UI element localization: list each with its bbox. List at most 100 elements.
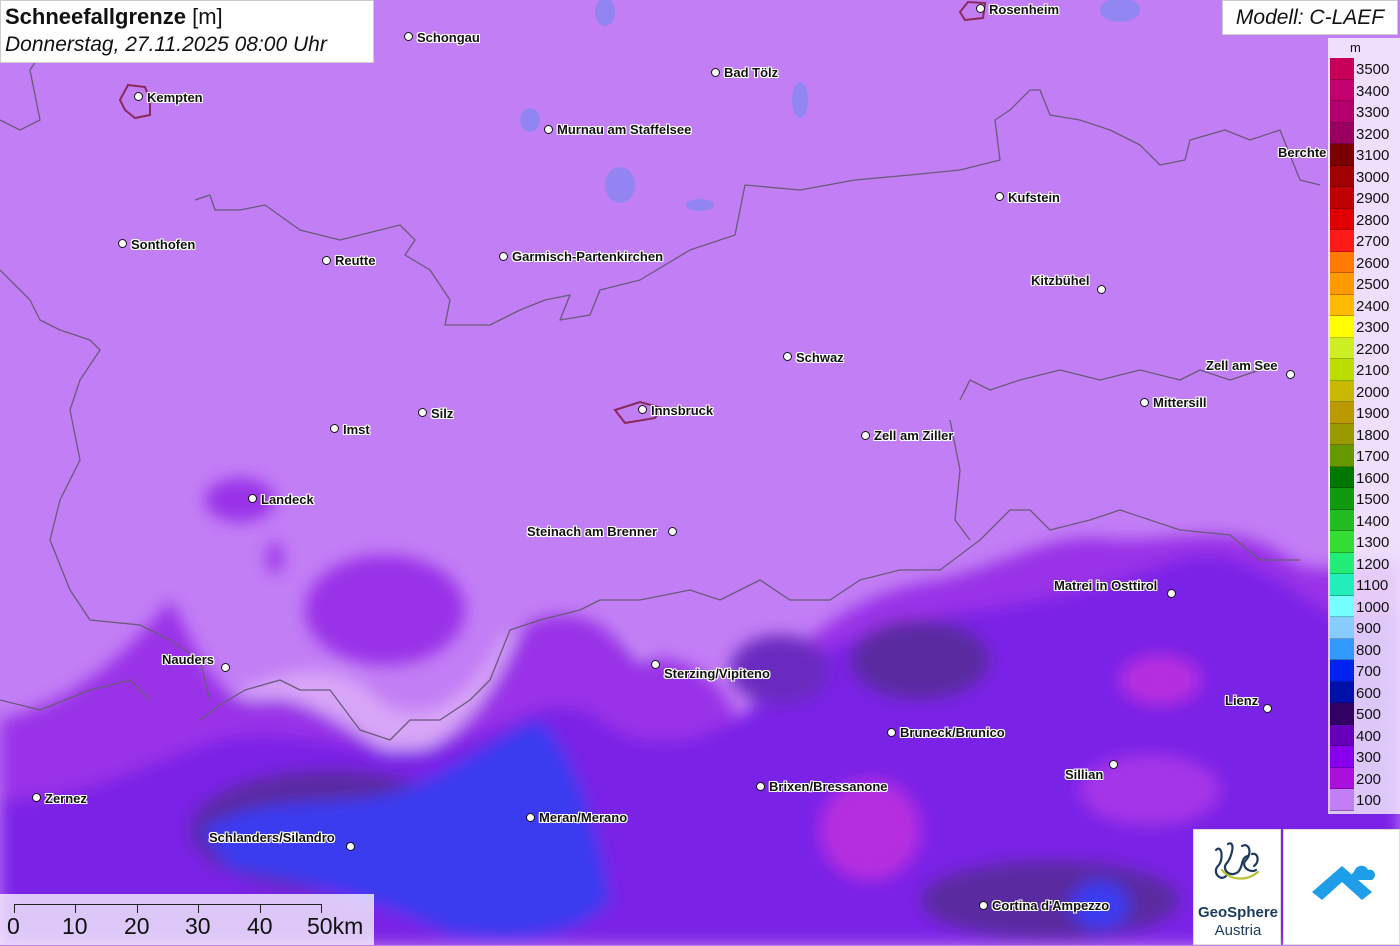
city-dot	[418, 408, 427, 417]
legend-row: 900	[1330, 617, 1400, 639]
legend-row: 1300	[1330, 531, 1400, 553]
city-label: Bad Tölz	[724, 65, 779, 80]
legend-swatch	[1330, 681, 1354, 703]
legend-row: 1700	[1330, 445, 1400, 467]
city-label: Garmisch-Partenkirchen	[512, 249, 664, 264]
city-dot	[1109, 760, 1118, 769]
page-title: Schneefallgrenze [m]	[5, 3, 369, 30]
city-dot	[651, 660, 660, 669]
city-dot	[756, 782, 765, 791]
model-label: Modell: C-LAEF	[1222, 0, 1398, 35]
legend-row: 2000	[1330, 380, 1400, 402]
legend-value: 2600	[1356, 254, 1390, 272]
lake-6	[686, 199, 714, 211]
magenta-blob-1	[1120, 655, 1200, 705]
lake-2	[605, 167, 635, 203]
city-label: Landeck	[261, 492, 314, 507]
city-label: Zell am See	[1206, 358, 1278, 373]
legend-row: 1500	[1330, 488, 1400, 510]
legend-swatch	[1330, 187, 1354, 209]
legend-row: 700	[1330, 660, 1400, 682]
city-dot	[995, 192, 1004, 201]
legend-swatch	[1330, 273, 1354, 295]
legend-swatch	[1330, 208, 1354, 230]
city-dot	[1097, 285, 1106, 294]
scale-label: 40	[247, 913, 273, 939]
legend-value: 500	[1356, 706, 1382, 723]
legend-swatch	[1330, 617, 1354, 639]
legend-swatch	[1330, 402, 1354, 424]
scale-tick	[198, 904, 199, 913]
city-dot	[526, 813, 535, 822]
weather-service-logo[interactable]	[1283, 829, 1400, 945]
legend-value: 1700	[1356, 448, 1390, 465]
legend-swatch	[1330, 294, 1354, 316]
geosphere-sub: Austria	[1214, 922, 1262, 939]
legend-value: 700	[1356, 663, 1382, 680]
scale-label: 50km	[307, 913, 364, 939]
forecast-date: Donnerstag, 27.11.2025 08:00 Uhr	[5, 33, 327, 56]
city-dot	[499, 252, 508, 261]
magenta-blob-3	[1080, 755, 1220, 825]
legend-value: 2900	[1356, 190, 1390, 207]
legend-swatch	[1330, 703, 1354, 725]
city-label: Murnau am Staffelsee	[557, 122, 692, 137]
legend-swatch	[1330, 316, 1354, 338]
legend-row: 1400	[1330, 509, 1400, 531]
legend-value: 1600	[1356, 469, 1390, 487]
city-dot	[1286, 370, 1295, 379]
city-label: Schongau	[417, 30, 480, 45]
legend-row: 2800	[1330, 208, 1400, 230]
legend-value: 1200	[1356, 555, 1390, 573]
city-dot	[346, 842, 355, 851]
legend-value: 1900	[1356, 405, 1390, 422]
legend-row: 3400	[1330, 79, 1400, 101]
legend-value: 1300	[1356, 534, 1390, 551]
legend-row: 3100	[1330, 144, 1400, 166]
legend-row: 1000	[1330, 595, 1400, 617]
city-label: Meran/Merano	[539, 810, 628, 825]
scale-bar-line	[14, 904, 322, 905]
legend-value: 400	[1356, 727, 1382, 745]
snowfall-map[interactable]	[0, 0, 1400, 945]
legend-row: 2300	[1330, 316, 1400, 338]
legend-swatch	[1330, 724, 1354, 746]
geosphere-logo[interactable]: GeoSphere Austria	[1193, 829, 1281, 945]
legend-row: 2500	[1330, 273, 1400, 295]
scale-label: 30	[185, 913, 211, 939]
city-label: Zernez	[45, 791, 87, 806]
legend-value: 900	[1356, 620, 1382, 637]
legend-value: 3100	[1356, 147, 1390, 164]
legend-row: 1100	[1330, 574, 1400, 596]
city-label: Lienz	[1225, 693, 1259, 708]
legend-row: 2600	[1330, 251, 1400, 273]
title-text: Schneefallgrenze	[5, 4, 186, 29]
city-dot	[668, 527, 677, 536]
scale-label: 10	[62, 913, 88, 939]
legend-value: 800	[1356, 641, 1382, 659]
city-dot	[783, 352, 792, 361]
legend-row: 400	[1330, 724, 1400, 746]
legend-swatch	[1330, 165, 1354, 187]
legend-swatch	[1330, 230, 1354, 252]
city-dot	[976, 4, 985, 13]
legend-swatch	[1330, 531, 1354, 553]
legend-swatch	[1330, 552, 1354, 574]
lake-3	[792, 82, 808, 118]
legend-value: 2700	[1356, 233, 1390, 250]
city-dot	[118, 239, 127, 248]
legend-swatch	[1330, 359, 1354, 381]
city-label: Zell am Ziller	[874, 428, 954, 443]
legend-row: 3200	[1330, 122, 1400, 144]
legend-swatch	[1330, 789, 1354, 811]
legend-swatch	[1330, 144, 1354, 166]
city-dot	[711, 68, 720, 77]
legend-value: 1500	[1356, 491, 1390, 508]
legend-value: 3500	[1356, 61, 1390, 78]
legend-value: 3300	[1356, 104, 1390, 121]
geosphere-name: GeoSphere	[1197, 904, 1279, 921]
title-box: Schneefallgrenze [m] Donnerstag, 27.11.2…	[0, 0, 374, 63]
legend-value: 100	[1356, 792, 1382, 809]
legend-swatch	[1330, 638, 1354, 660]
legend-value: 1800	[1356, 426, 1390, 444]
